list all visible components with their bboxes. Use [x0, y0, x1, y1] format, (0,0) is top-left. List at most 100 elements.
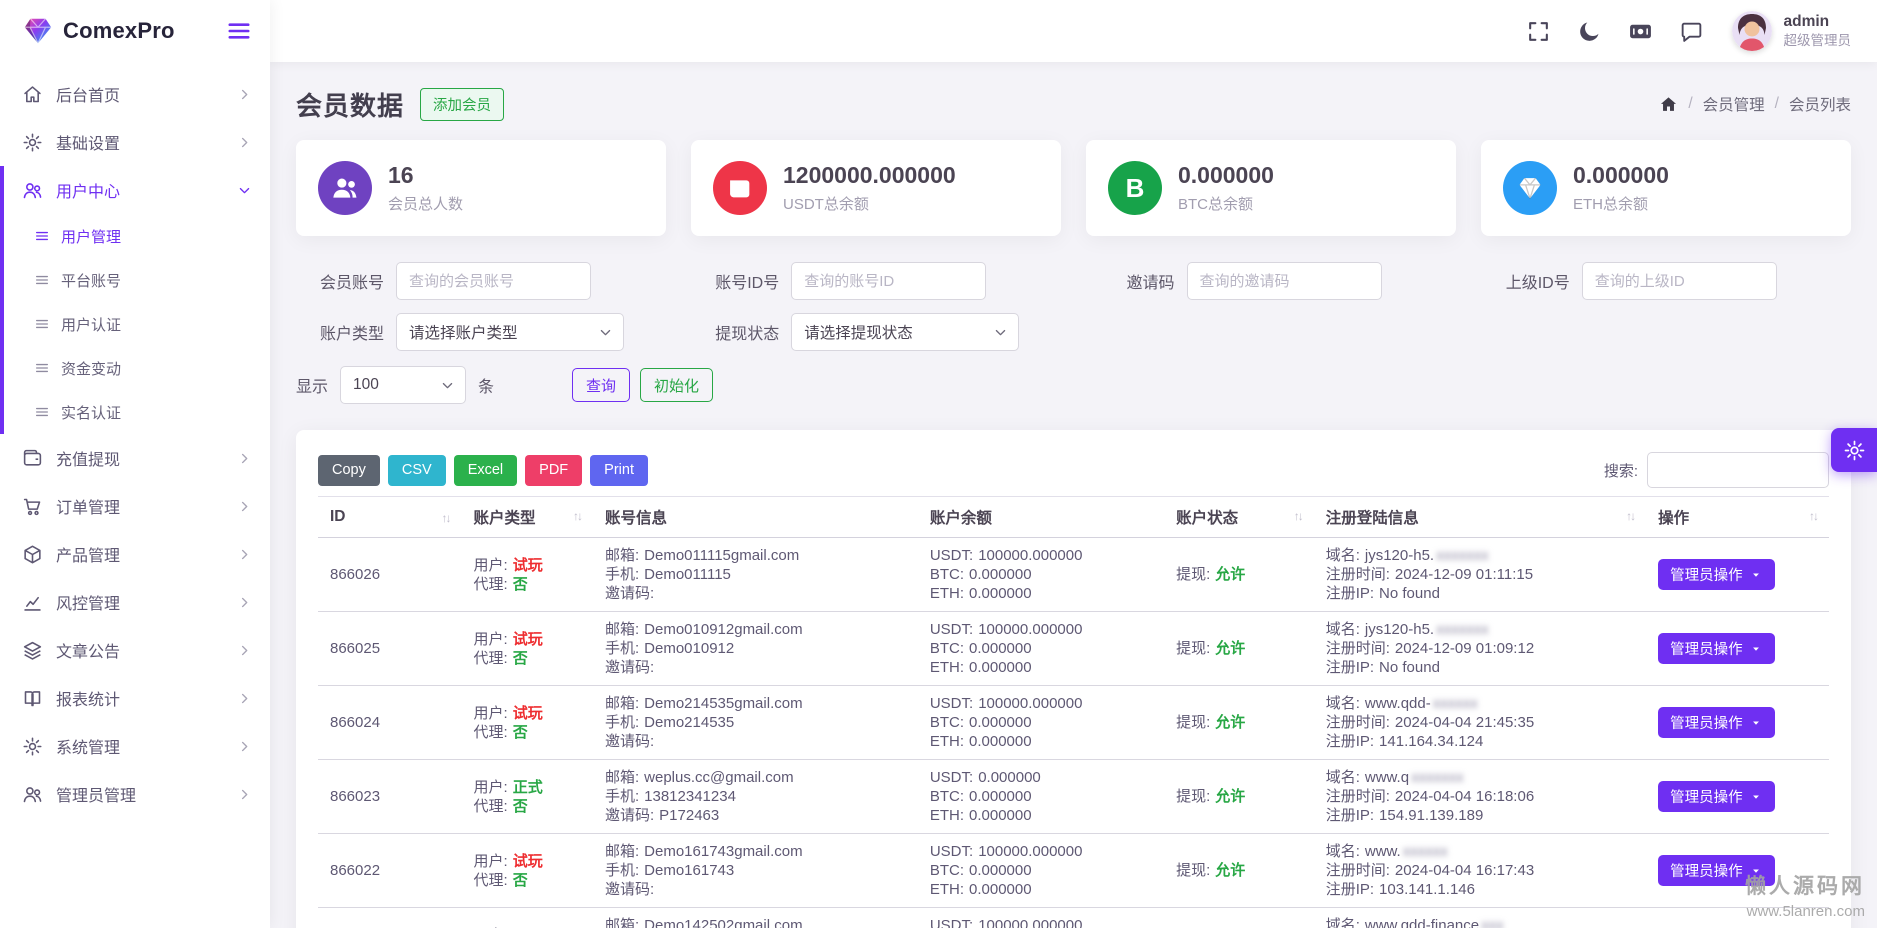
admin-action-button[interactable]: 管理员操作	[1658, 707, 1775, 738]
account-id-input[interactable]	[791, 262, 986, 300]
sidebar-item-articles[interactable]: 文章公告	[0, 626, 270, 674]
user-role: 超级管理员	[1784, 32, 1852, 50]
export-pdf-button[interactable]: PDF	[525, 455, 582, 486]
sort-icon[interactable]: ↑↓	[573, 509, 581, 523]
parent-id-input[interactable]	[1582, 262, 1777, 300]
cash-icon[interactable]	[1628, 19, 1653, 44]
withdraw-status-label: 提现状态	[691, 320, 779, 344]
sidebar-subitem-platform-accounts[interactable]: 平台账号	[4, 258, 270, 302]
breadcrumb: / 会员管理 / 会员列表	[1659, 93, 1851, 115]
sidebar-subitem-fund-changes[interactable]: 资金变动	[4, 346, 270, 390]
breadcrumb-home-icon[interactable]	[1659, 95, 1678, 114]
table-row: 866025 用户:试玩 代理:否 邮箱:Demo010912gmail.com…	[318, 612, 1829, 686]
sidebar-item-reports[interactable]: 报表统计	[0, 674, 270, 722]
list-icon	[34, 228, 50, 244]
book-icon	[22, 688, 43, 709]
sort-icon[interactable]: ↑↓	[442, 511, 450, 525]
sidebar-item-dashboard[interactable]: 后台首页	[0, 70, 270, 118]
menu-toggle-icon[interactable]	[226, 18, 252, 44]
sidebar-subitem-real-name-verification[interactable]: 实名认证	[4, 390, 270, 434]
action-cell: 管理员操作	[1646, 686, 1829, 760]
brand-name: ComexPro	[63, 18, 226, 44]
sidebar-subitem-user-management[interactable]: 用户管理	[4, 214, 270, 258]
avatar[interactable]	[1732, 11, 1772, 51]
sidebar-subitem-user-verification[interactable]: 用户认证	[4, 302, 270, 346]
chevron-right-icon	[237, 135, 252, 150]
chat-icon[interactable]	[1679, 19, 1704, 44]
page-size-select[interactable]: 100	[340, 366, 466, 404]
table-row: 866022 用户:试玩 代理:否 邮箱:Demo161743gmail.com…	[318, 834, 1829, 908]
account-info-cell: 邮箱:Demo214535gmail.com 手机:Demo214535 邀请码…	[605, 694, 906, 751]
main-content: 会员数据 添加会员 / 会员管理 / 会员列表 16 会员总人数 1200000…	[270, 62, 1877, 928]
admin-action-button[interactable]: 管理员操作	[1658, 781, 1775, 812]
account-info-cell: 邮箱:Demo010912gmail.com 手机:Demo010912 邀请码…	[605, 620, 906, 677]
sidebar-item-products[interactable]: 产品管理	[0, 530, 270, 578]
register-info-cell: 域名:www.qdd-financexxx 注册时间: 注册IP:	[1326, 916, 1634, 928]
sort-icon[interactable]: ↑↓	[1626, 509, 1634, 523]
dark-mode-moon-icon[interactable]	[1577, 19, 1602, 44]
export-excel-button[interactable]: Excel	[454, 455, 517, 486]
stat-card-eth-balance: 0.000000 ETH总余额	[1481, 140, 1851, 236]
admin-action-button[interactable]: 管理员操作	[1658, 633, 1775, 664]
sidebar-item-user-center[interactable]: 用户中心	[4, 166, 270, 214]
user-info[interactable]: admin 超级管理员	[1784, 12, 1852, 50]
withdraw-status-badge: 允许	[1215, 640, 1245, 657]
stat-card-btc-balance: B 0.000000 BTC总余额	[1086, 140, 1456, 236]
export-print-button[interactable]: Print	[590, 455, 648, 486]
sidebar-item-basic-settings[interactable]: 基础设置	[0, 118, 270, 166]
caret-down-icon	[1749, 642, 1763, 656]
register-info-cell: 域名:jys120-h5.xxxxxxx 注册时间:2024-12-09 01:…	[1326, 620, 1634, 677]
sidebar: ComexPro 后台首页 基础设置 用户中心 用户管理	[0, 0, 270, 928]
member-account-input[interactable]	[396, 262, 591, 300]
sidebar-item-system[interactable]: 系统管理	[0, 722, 270, 770]
sidebar-item-risk-control[interactable]: 风控管理	[0, 578, 270, 626]
add-member-button[interactable]: 添加会员	[420, 88, 504, 121]
sidebar-item-orders[interactable]: 订单管理	[0, 482, 270, 530]
redacted-domain: xxx	[1481, 917, 1504, 928]
column-header-account-type: 账户类型↑↓	[462, 497, 593, 538]
account-type-select[interactable]: 请选择账户类型	[396, 313, 624, 351]
wallet-icon	[713, 161, 767, 215]
table-header-row: ID↑↓ 账户类型↑↓ 账号信息 账户余额 账户状态↑↓ 注册登陆信息↑↓ 操作…	[318, 497, 1829, 538]
page-size-unit: 条	[478, 373, 494, 397]
chevron-right-icon	[237, 595, 252, 610]
column-header-account-info: 账号信息	[593, 497, 918, 538]
caret-down-icon	[1749, 716, 1763, 730]
wallet-icon	[22, 448, 43, 469]
account-type-cell: 用户:正式 代理:否	[474, 778, 581, 816]
table-search-label: 搜索:	[1604, 460, 1638, 481]
settings-gear-button[interactable]	[1831, 428, 1877, 472]
agent-badge: 否	[513, 576, 528, 593]
export-copy-button[interactable]: Copy	[318, 455, 380, 486]
reset-button[interactable]: 初始化	[640, 368, 713, 402]
status-cell: 提现:允许	[1164, 686, 1314, 760]
withdraw-status-badge: 允许	[1215, 714, 1245, 731]
invite-code-input[interactable]	[1187, 262, 1382, 300]
admin-action-button[interactable]: 管理员操作	[1658, 559, 1775, 590]
table-row: 用户: 代理: 邮箱:Demo142502gmail.com 手机: 邀请码: …	[318, 908, 1829, 928]
filter-panel: 会员账号 账号ID号 邀请码 上级ID号 账户类型 请选择账户类型	[296, 262, 1851, 404]
members-table: ID↑↓ 账户类型↑↓ 账号信息 账户余额 账户状态↑↓ 注册登陆信息↑↓ 操作…	[318, 496, 1829, 928]
query-button[interactable]: 查询	[572, 368, 630, 402]
sort-icon[interactable]: ↑↓	[1809, 509, 1817, 523]
withdraw-status-value: 请选择提现状态	[804, 321, 913, 343]
sort-icon[interactable]: ↑↓	[1294, 509, 1302, 523]
user-type-badge: 试玩	[513, 557, 543, 574]
breadcrumb-member-management[interactable]: 会员管理	[1703, 93, 1765, 115]
watermark-site-url: www.5lanren.com	[1745, 901, 1865, 922]
list-icon	[34, 404, 50, 420]
sidebar-item-deposit-withdraw[interactable]: 充值提现	[0, 434, 270, 482]
list-icon	[34, 316, 50, 332]
export-csv-button[interactable]: CSV	[388, 455, 446, 486]
sidebar-item-label: 用户中心	[56, 178, 237, 202]
table-row: 866024 用户:试玩 代理:否 邮箱:Demo214535gmail.com…	[318, 686, 1829, 760]
redacted-domain: xxxxxxx	[1436, 547, 1489, 564]
stat-label: ETH总余额	[1573, 193, 1669, 214]
account-type-value: 请选择账户类型	[409, 321, 518, 343]
fullscreen-icon[interactable]	[1526, 19, 1551, 44]
sidebar-item-admins[interactable]: 管理员管理	[0, 770, 270, 818]
table-search-input[interactable]	[1647, 452, 1829, 488]
withdraw-status-select[interactable]: 请选择提现状态	[791, 313, 1019, 351]
member-table-card: Copy CSV Excel PDF Print 搜索: ID↑↓ 账户类型↑↓…	[296, 430, 1851, 928]
sidebar-item-label: 风控管理	[56, 590, 237, 614]
